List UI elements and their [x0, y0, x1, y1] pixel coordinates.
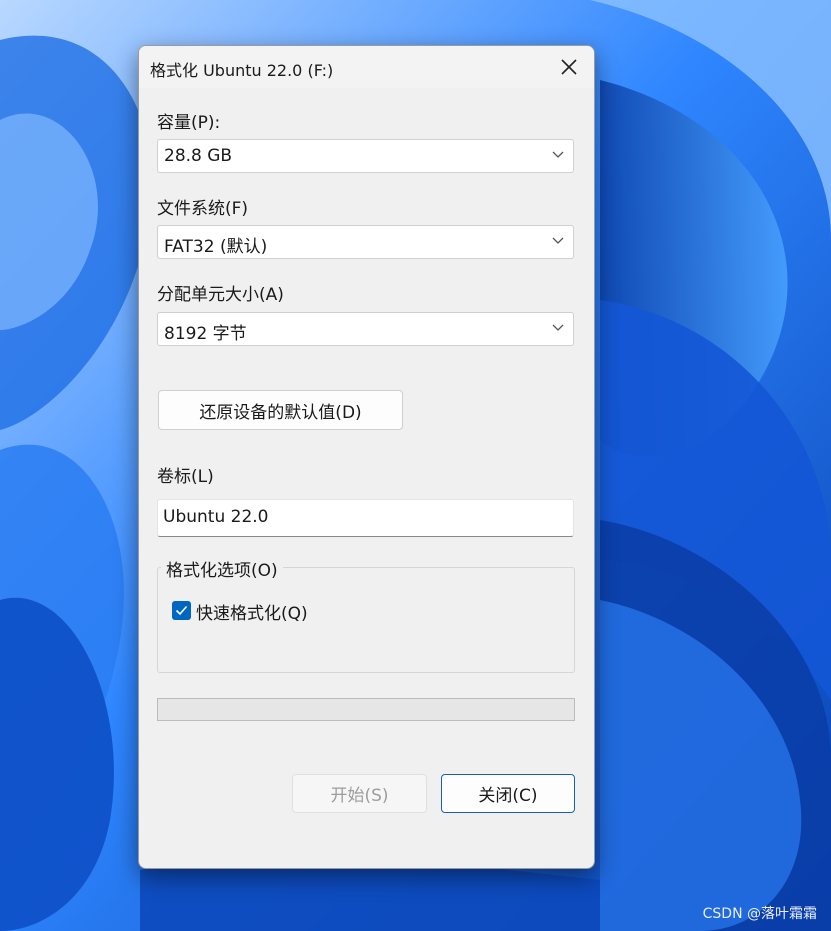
dialog-title: 格式化 Ubuntu 22.0 (F:) [150, 61, 334, 80]
checkmark-icon [175, 605, 188, 616]
file-system-value: FAT32 (默认) [164, 237, 268, 257]
start-button[interactable]: 开始(S) [292, 774, 427, 813]
quick-format-checkbox[interactable] [172, 601, 191, 620]
file-system-select[interactable]: FAT32 (默认) [157, 225, 574, 259]
volume-label-label: 卷标(L) [157, 467, 214, 487]
capacity-label: 容量(P): [157, 113, 221, 133]
restore-defaults-button[interactable]: 还原设备的默认值(D) [158, 390, 403, 430]
allocation-unit-select[interactable]: 8192 字节 [157, 312, 574, 346]
close-icon[interactable] [556, 54, 582, 80]
chevron-down-icon [552, 324, 564, 331]
format-options-legend: 格式化选项(O) [161, 556, 283, 581]
file-system-label: 文件系统(F) [157, 199, 249, 219]
watermark: CSDN @落叶霜霜 [702, 906, 817, 922]
chevron-down-icon [552, 151, 564, 158]
volume-label-value: Ubuntu 22.0 [163, 507, 269, 527]
title-bar: 格式化 Ubuntu 22.0 (F:) [139, 46, 594, 88]
allocation-unit-label: 分配单元大小(A) [157, 285, 284, 305]
allocation-unit-value: 8192 字节 [164, 324, 247, 344]
format-progress-bar [157, 698, 575, 721]
capacity-value: 28.8 GB [164, 146, 233, 166]
quick-format-label[interactable]: 快速格式化(Q) [196, 599, 308, 624]
close-button[interactable]: 关闭(C) [441, 774, 575, 813]
capacity-select[interactable]: 28.8 GB [157, 139, 574, 173]
format-dialog: 格式化 Ubuntu 22.0 (F:) 容量(P): 28.8 GB 文件系统… [138, 45, 595, 869]
chevron-down-icon [552, 237, 564, 244]
volume-label-input[interactable]: Ubuntu 22.0 [157, 499, 574, 537]
